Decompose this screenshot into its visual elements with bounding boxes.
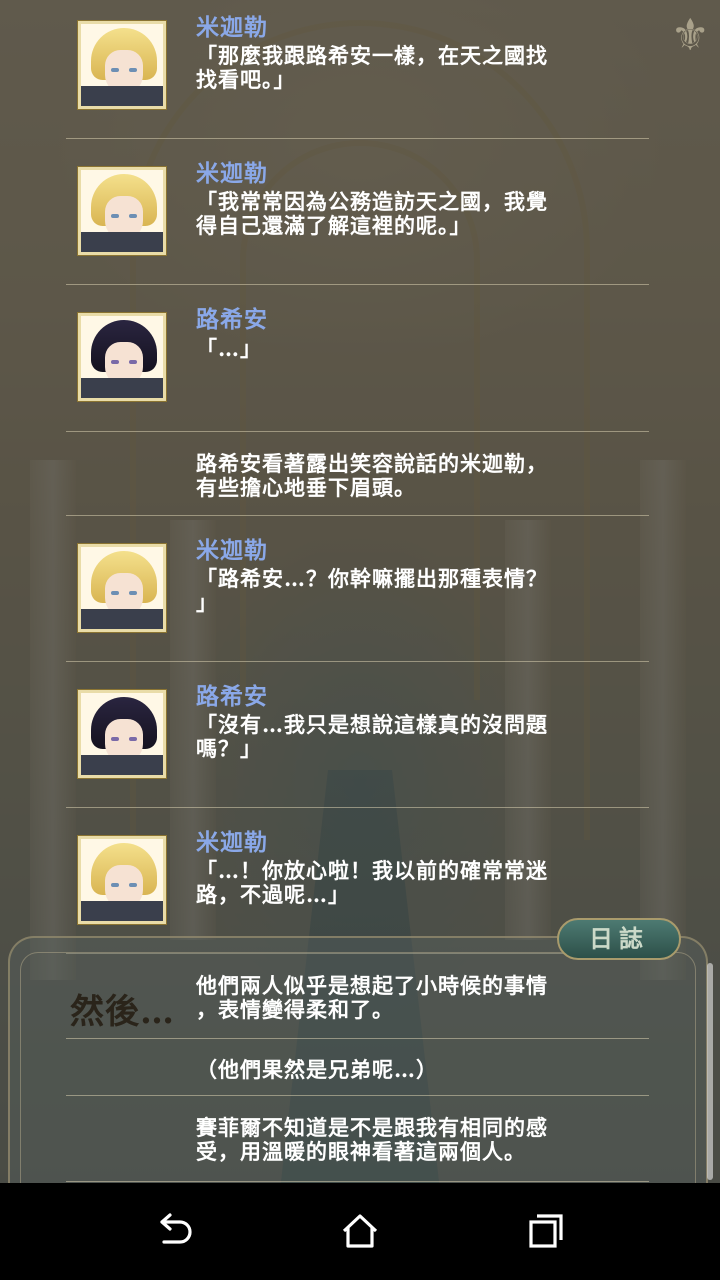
android-navigation-bar (0, 1183, 720, 1280)
log-entry: 米迦勒 「路希安…？你幹嘛擺出那種表情？ 」 (66, 516, 649, 662)
log-entry: 賽菲爾不知道是不是跟我有相同的感 受，用溫暖的眼神看著這兩個人。 (66, 1096, 649, 1182)
narration-text: 路希安看著露出笑容說話的米迦勒， 有些擔心地垂下眉頭。 (196, 451, 548, 500)
mikael-portrait (77, 543, 167, 633)
log-entry: 他們兩人似乎是想起了小時候的事情 ，表情變得柔和了。 (66, 954, 649, 1039)
back-button[interactable] (138, 1197, 210, 1267)
speaker-name: 路希安 (196, 306, 268, 333)
mikael-portrait (77, 835, 167, 925)
lucien-portrait (77, 312, 167, 402)
speaker-name: 米迦勒 (196, 537, 268, 564)
log-entry: 米迦勒 「那麼我跟路希安一樣，在天之國找 找看吧。」 (66, 0, 649, 139)
back-icon (160, 1213, 192, 1244)
home-icon (342, 1214, 378, 1248)
log-scrollbar[interactable] (707, 963, 713, 1180)
dialogue-text: 「沒有…我只是想說這樣真的沒問題 嗎？」 (196, 712, 548, 761)
lucien-portrait (77, 689, 167, 779)
narration-text: 賽菲爾不知道是不是跟我有相同的感 受，用溫暖的眼神看著這兩個人。 (196, 1115, 548, 1164)
log-entry: 路希安 「…」 (66, 285, 649, 432)
mikael-portrait (77, 20, 167, 110)
speaker-name: 米迦勒 (196, 14, 268, 41)
home-button[interactable] (324, 1197, 396, 1267)
dialogue-text: 「…！你放心啦！我以前的確常常迷 路，不過呢…」 (196, 858, 548, 907)
speaker-name: 路希安 (196, 683, 268, 710)
dialogue-text: 「我常常因為公務造訪天之國，我覺 得自己還滿了解這裡的呢。」 (196, 189, 548, 238)
log-entry: 路希安 「沒有…我只是想說這樣真的沒問題 嗎？」 (66, 662, 649, 808)
log-entry: （他們果然是兄弟呢…） (66, 1039, 649, 1096)
narration-text: 他們兩人似乎是想起了小時候的事情 ，表情變得柔和了。 (196, 973, 548, 1022)
recents-button[interactable] (509, 1197, 581, 1267)
recents-icon (529, 1214, 563, 1248)
speaker-name: 米迦勒 (196, 829, 268, 856)
mikael-portrait (77, 166, 167, 256)
narration-text: （他們果然是兄弟呢…） (196, 1057, 438, 1082)
fleur-de-lis-icon: ⚜ (670, 10, 710, 61)
log-entry: 米迦勒 「我常常因為公務造訪天之國，我覺 得自己還滿了解這裡的呢。」 (66, 139, 649, 285)
dialogue-text: 「…」 (196, 336, 262, 361)
log-entry: 路希安看著露出笑容說話的米迦勒， 有些擔心地垂下眉頭。 (66, 432, 649, 516)
dialogue-text: 「那麼我跟路希安一樣，在天之國找 找看吧。」 (196, 43, 548, 92)
speaker-name: 米迦勒 (196, 160, 268, 187)
dialogue-text: 「路希安…？你幹嘛擺出那種表情？ 」 (196, 566, 548, 615)
log-overlay: ⚜ 米迦勒 「那麼我跟路希安一樣，在天之國找 找看吧。」 米迦勒 「我常常因為公… (0, 0, 720, 1183)
